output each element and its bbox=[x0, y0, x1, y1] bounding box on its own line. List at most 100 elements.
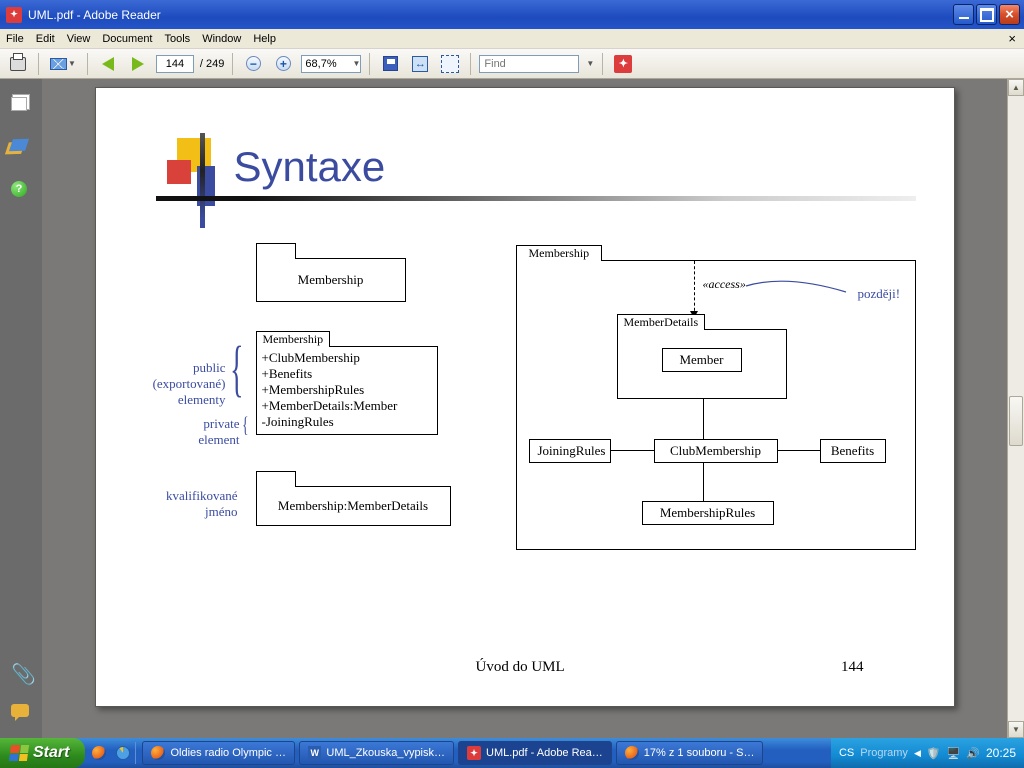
ie-icon bbox=[116, 746, 130, 760]
page-number-input[interactable] bbox=[156, 55, 194, 73]
document-viewport[interactable]: Syntaxe Membership Membership +ClubMembe… bbox=[42, 79, 1007, 738]
tray-icon[interactable]: 🛡️ bbox=[927, 747, 941, 760]
zoom-value: 68,7% bbox=[305, 58, 336, 70]
plus-icon: + bbox=[276, 56, 291, 71]
find-input[interactable] bbox=[479, 55, 579, 73]
uml-class-membershiprules: MembershipRules bbox=[642, 501, 774, 525]
scroll-track[interactable] bbox=[1008, 96, 1024, 721]
separator bbox=[602, 53, 603, 75]
window-minimize-button[interactable] bbox=[953, 4, 974, 25]
taskbar-item-label: UML.pdf - Adobe Rea… bbox=[486, 747, 603, 759]
annotation-text: později! bbox=[858, 286, 901, 302]
association-line bbox=[777, 450, 821, 451]
member-public: +Benefits bbox=[262, 366, 432, 382]
taskbar-item-download[interactable]: 17% z 1 souboru - S… bbox=[616, 741, 764, 765]
label-private: private element bbox=[182, 416, 240, 448]
pdf-icon: ✦ bbox=[467, 746, 481, 760]
menubar: File Edit View Document Tools Window Hel… bbox=[0, 29, 1024, 49]
scroll-down-button[interactable]: ▼ bbox=[1008, 721, 1024, 738]
window-maximize-button[interactable] bbox=[976, 4, 997, 25]
taskbar-item-firefox[interactable]: Oldies radio Olympic … bbox=[142, 741, 295, 765]
window-titlebar: ✦ UML.pdf - Adobe Reader bbox=[0, 0, 1024, 29]
page-total-label: / 249 bbox=[200, 58, 224, 70]
comments-panel-button[interactable] bbox=[11, 704, 31, 724]
chevron-down-icon: ▼ bbox=[352, 59, 360, 68]
help-panel-button[interactable]: ? bbox=[11, 181, 31, 201]
brace-icon: { bbox=[230, 334, 243, 405]
menu-help[interactable]: Help bbox=[253, 33, 276, 45]
slide-footer: Úvod do UML bbox=[476, 659, 565, 676]
mail-icon bbox=[50, 58, 67, 70]
layers-icon bbox=[9, 139, 29, 152]
member-private: -JoiningRules bbox=[262, 414, 432, 430]
separator bbox=[135, 742, 136, 764]
taskbar-item-adobereader[interactable]: ✦ UML.pdf - Adobe Rea… bbox=[458, 741, 612, 765]
zoom-in-button[interactable]: + bbox=[271, 53, 295, 75]
document-close-button[interactable]: × bbox=[1008, 31, 1016, 46]
attachments-panel-button[interactable]: 📎 bbox=[11, 662, 31, 682]
tray-icon[interactable]: 🖥️ bbox=[947, 747, 961, 760]
save-button[interactable] bbox=[378, 53, 402, 75]
firefox-icon bbox=[625, 746, 639, 760]
fit-width-button[interactable] bbox=[408, 53, 432, 75]
chevron-down-icon: ▼ bbox=[68, 59, 76, 68]
qualified-name: Membership:MemberDetails bbox=[278, 498, 428, 514]
chevron-down-icon: ▼ bbox=[586, 59, 594, 68]
taskbar-item-label: 17% z 1 souboru - S… bbox=[644, 747, 755, 759]
stereotype-access: «access» bbox=[703, 277, 746, 292]
print-icon bbox=[10, 57, 26, 71]
print-button[interactable] bbox=[6, 53, 30, 75]
email-button[interactable]: ▼ bbox=[47, 53, 79, 75]
acrobat-icon: ✦ bbox=[614, 55, 632, 73]
fit-page-button[interactable] bbox=[438, 53, 462, 75]
quicklaunch-ie[interactable] bbox=[113, 743, 133, 763]
association-line bbox=[703, 461, 704, 501]
side-panel: ? 📎 bbox=[0, 79, 42, 738]
vertical-scrollbar[interactable]: ▲ ▼ bbox=[1007, 79, 1024, 738]
language-indicator[interactable]: CS bbox=[839, 747, 854, 759]
label-qualified: kvalifikované jméno bbox=[138, 488, 238, 520]
package-tab: Membership bbox=[516, 245, 603, 261]
member-public: +MembershipRules bbox=[262, 382, 432, 398]
layers-panel-button[interactable] bbox=[11, 139, 31, 159]
firefox-icon bbox=[92, 746, 106, 760]
zoom-out-button[interactable]: − bbox=[241, 53, 265, 75]
toolbar: ▼ / 249 − + 68,7% ▼ ▼ ✦ bbox=[0, 49, 1024, 79]
prev-page-button[interactable] bbox=[96, 53, 120, 75]
taskbar: Start Oldies radio Olympic … WUML_Zkousk… bbox=[0, 738, 1024, 768]
uml-class-member: Member bbox=[662, 348, 742, 372]
menu-view[interactable]: View bbox=[67, 33, 91, 45]
uml-package-members: Membership +ClubMembership +Benefits +Me… bbox=[256, 346, 438, 435]
taskbar-item-word[interactable]: WUML_Zkouska_vypisk… bbox=[299, 741, 454, 765]
scroll-up-button[interactable]: ▲ bbox=[1008, 79, 1024, 96]
start-button[interactable]: Start bbox=[0, 738, 85, 768]
quicklaunch-firefox[interactable] bbox=[89, 743, 109, 763]
menu-document[interactable]: Document bbox=[102, 33, 152, 45]
menu-window[interactable]: Window bbox=[202, 33, 241, 45]
package-name: Membership bbox=[298, 272, 364, 288]
pdf-page: Syntaxe Membership Membership +ClubMembe… bbox=[95, 87, 955, 707]
uml-package-qualified: Membership:MemberDetails bbox=[256, 486, 451, 526]
next-page-button[interactable] bbox=[126, 53, 150, 75]
uml-class-benefits: Benefits bbox=[820, 439, 886, 463]
zoom-select[interactable]: 68,7% ▼ bbox=[301, 55, 361, 73]
pages-panel-button[interactable] bbox=[11, 97, 31, 117]
package-tab: Membership bbox=[256, 331, 331, 347]
menu-file[interactable]: File bbox=[6, 33, 24, 45]
member-public: +ClubMembership bbox=[262, 350, 432, 366]
slide-page-number: 144 bbox=[841, 659, 864, 676]
menu-edit[interactable]: Edit bbox=[36, 33, 55, 45]
menu-tools[interactable]: Tools bbox=[165, 33, 191, 45]
minus-icon: − bbox=[246, 56, 261, 71]
clock[interactable]: 20:25 bbox=[986, 746, 1016, 760]
tray-expand-button[interactable]: ◀ bbox=[914, 748, 921, 759]
label-public: public (exportované) elementy bbox=[142, 360, 226, 408]
save-icon bbox=[383, 56, 398, 71]
tray-icon[interactable]: 🔊 bbox=[966, 747, 980, 760]
tray-programs-label[interactable]: Programy bbox=[860, 747, 908, 759]
acrobat-button[interactable]: ✦ bbox=[611, 53, 635, 75]
separator bbox=[232, 53, 233, 75]
page-total-value: 249 bbox=[206, 58, 224, 70]
window-close-button[interactable] bbox=[999, 4, 1020, 25]
scroll-thumb[interactable] bbox=[1009, 396, 1023, 446]
